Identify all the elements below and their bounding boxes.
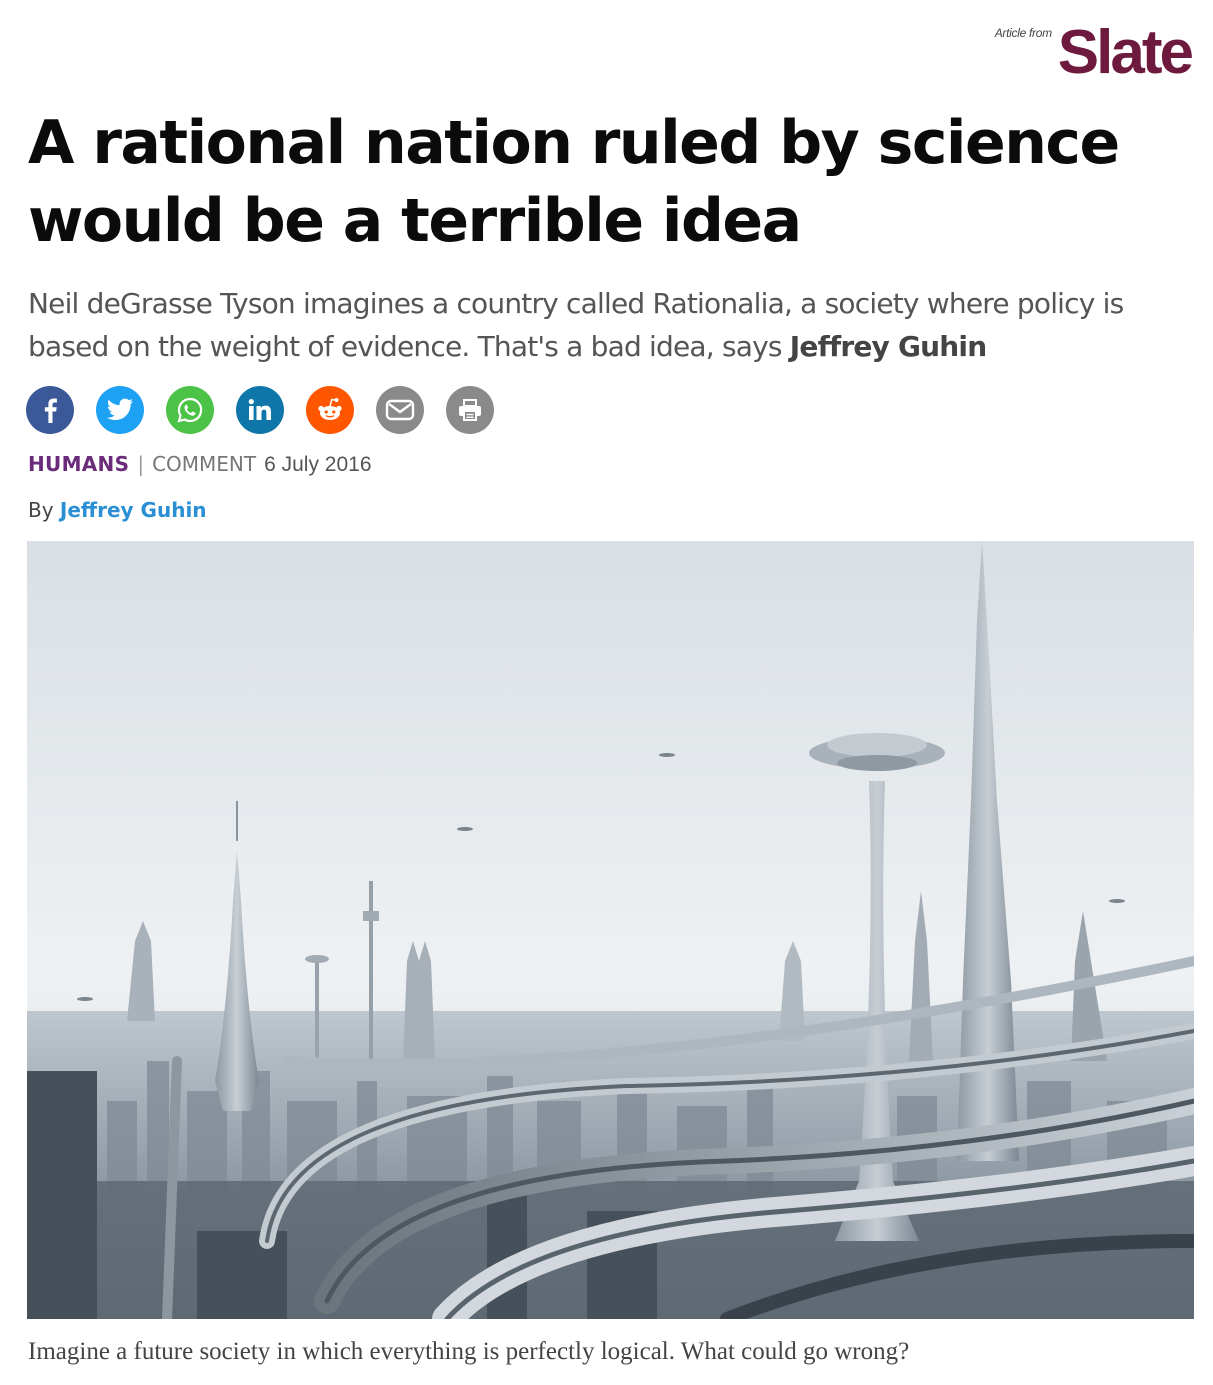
share-facebook-button[interactable] <box>26 386 74 434</box>
slate-logo[interactable]: Slate <box>1058 22 1194 84</box>
publish-date: 6 July 2016 <box>264 453 372 476</box>
reddit-icon <box>318 398 342 420</box>
email-icon <box>385 399 415 421</box>
publication-attribution[interactable]: Article from Slate <box>994 22 1194 84</box>
headline: A rational nation ruled by science would… <box>28 108 1120 256</box>
author-link[interactable]: Jeffrey Guhin <box>60 498 207 522</box>
share-email-button[interactable] <box>376 386 424 434</box>
comment-link[interactable]: COMMENT <box>152 452 256 476</box>
share-twitter-button[interactable] <box>96 386 144 434</box>
share-reddit-button[interactable] <box>306 386 354 434</box>
facebook-icon <box>44 398 57 423</box>
standfirst: Neil deGrasse Tyson imagines a country c… <box>28 282 1198 368</box>
meta-separator: | <box>137 452 145 476</box>
share-linkedin-button[interactable] <box>236 386 284 434</box>
linkedin-icon <box>248 399 271 420</box>
futuristic-city-illustration <box>27 541 1194 1319</box>
byline: By Jeffrey Guhin <box>28 498 207 522</box>
section-link[interactable]: HUMANS <box>28 452 129 476</box>
print-button[interactable] <box>446 386 494 434</box>
attribution-prefix: Article from <box>994 26 1052 40</box>
byline-prefix: By <box>28 498 54 522</box>
image-caption: Imagine a future society in which everyt… <box>28 1338 910 1365</box>
share-bar <box>26 386 494 434</box>
twitter-icon <box>107 398 133 420</box>
standfirst-author: Jeffrey Guhin <box>789 330 987 363</box>
print-icon <box>459 399 481 421</box>
hero-image <box>27 541 1194 1319</box>
article-meta: HUMANS | COMMENT 6 July 2016 <box>28 452 372 477</box>
whatsapp-icon <box>177 397 203 423</box>
share-whatsapp-button[interactable] <box>166 386 214 434</box>
